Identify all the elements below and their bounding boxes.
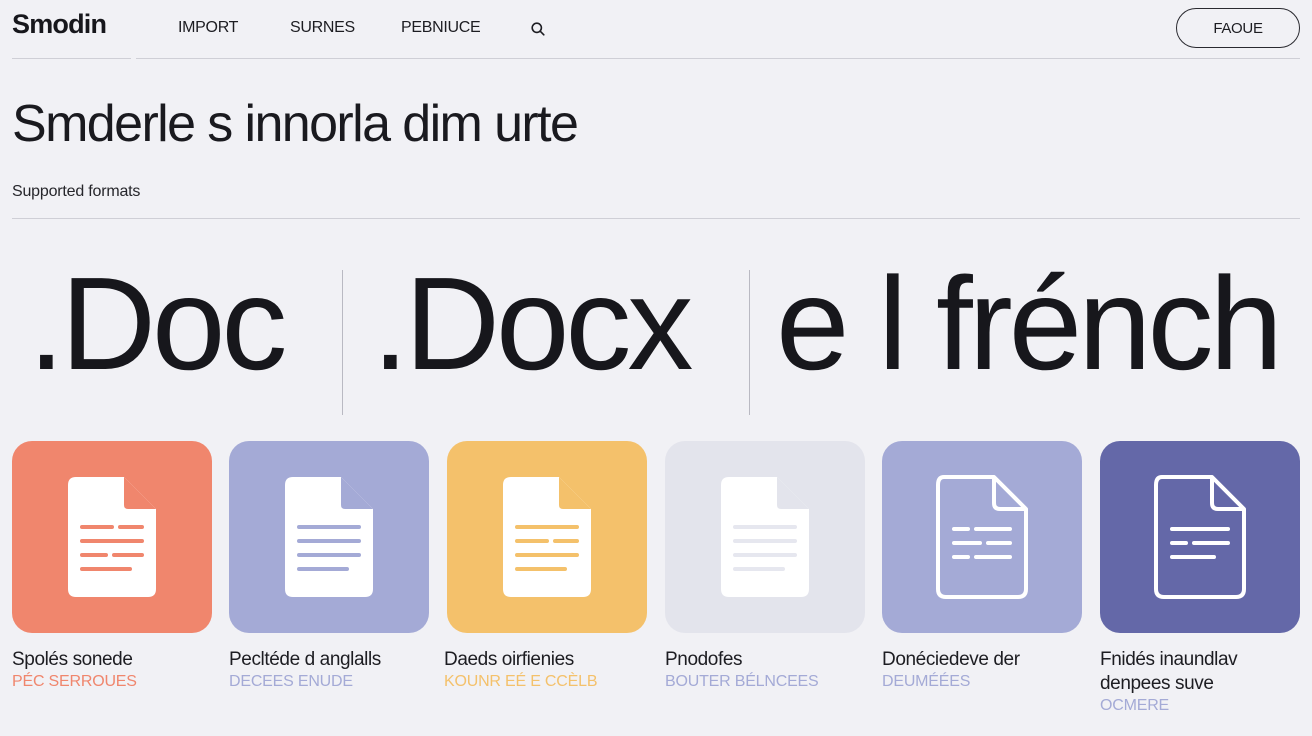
top-navigation-bar: Smodin IMPORT SURNES PEBNIUCE FAOUE [0,0,1312,58]
card-title: Fnidés inaundlav [1100,649,1238,670]
format-card-3[interactable] [447,441,647,633]
divider [12,218,1300,219]
format-label-french: e l frénch [776,250,1283,397]
format-card-4[interactable] [665,441,865,633]
format-card-1[interactable] [12,441,212,633]
card-subtitle: OCMERE [1100,697,1170,714]
card-subtitle: KOUNR EÉ E CCÈLB [444,673,598,690]
divider [749,270,750,415]
nav-item-pebniuce[interactable]: PEBNIUCE [401,19,481,37]
logo[interactable]: Smodin [12,9,107,40]
card-title: denpees suve [1100,673,1214,694]
header-action-button[interactable]: FAOUE [1176,8,1300,48]
card-subtitle: PÉC SERROUES [12,673,137,690]
divider [136,58,1300,59]
divider [342,270,343,415]
page-title: Smderle s innorla dim urte [12,95,579,153]
format-label-doc: .Doc [28,250,287,397]
card-title: Spolés sonede [12,649,133,670]
card-subtitle: DECEES ENUDE [229,673,353,690]
nav-item-import[interactable]: IMPORT [178,19,238,37]
card-title: Pnodofes [665,649,743,670]
format-card-2[interactable] [229,441,429,633]
search-icon[interactable] [530,21,546,37]
card-title: Pecltéde d anglalls [229,649,381,670]
card-title: Donéciedeve der [882,649,1020,670]
format-card-6[interactable] [1100,441,1300,633]
nav-item-surnes[interactable]: SURNES [290,19,355,37]
section-label: Supported formats [12,183,141,200]
format-card-5[interactable] [882,441,1082,633]
card-title: Daeds oirfienies [444,649,574,670]
format-label-docx: .Docx [372,250,693,397]
card-subtitle: DEUMÉÉES [882,673,971,690]
divider [12,58,131,59]
card-subtitle: BOUTER BÉLNCEES [665,673,819,690]
